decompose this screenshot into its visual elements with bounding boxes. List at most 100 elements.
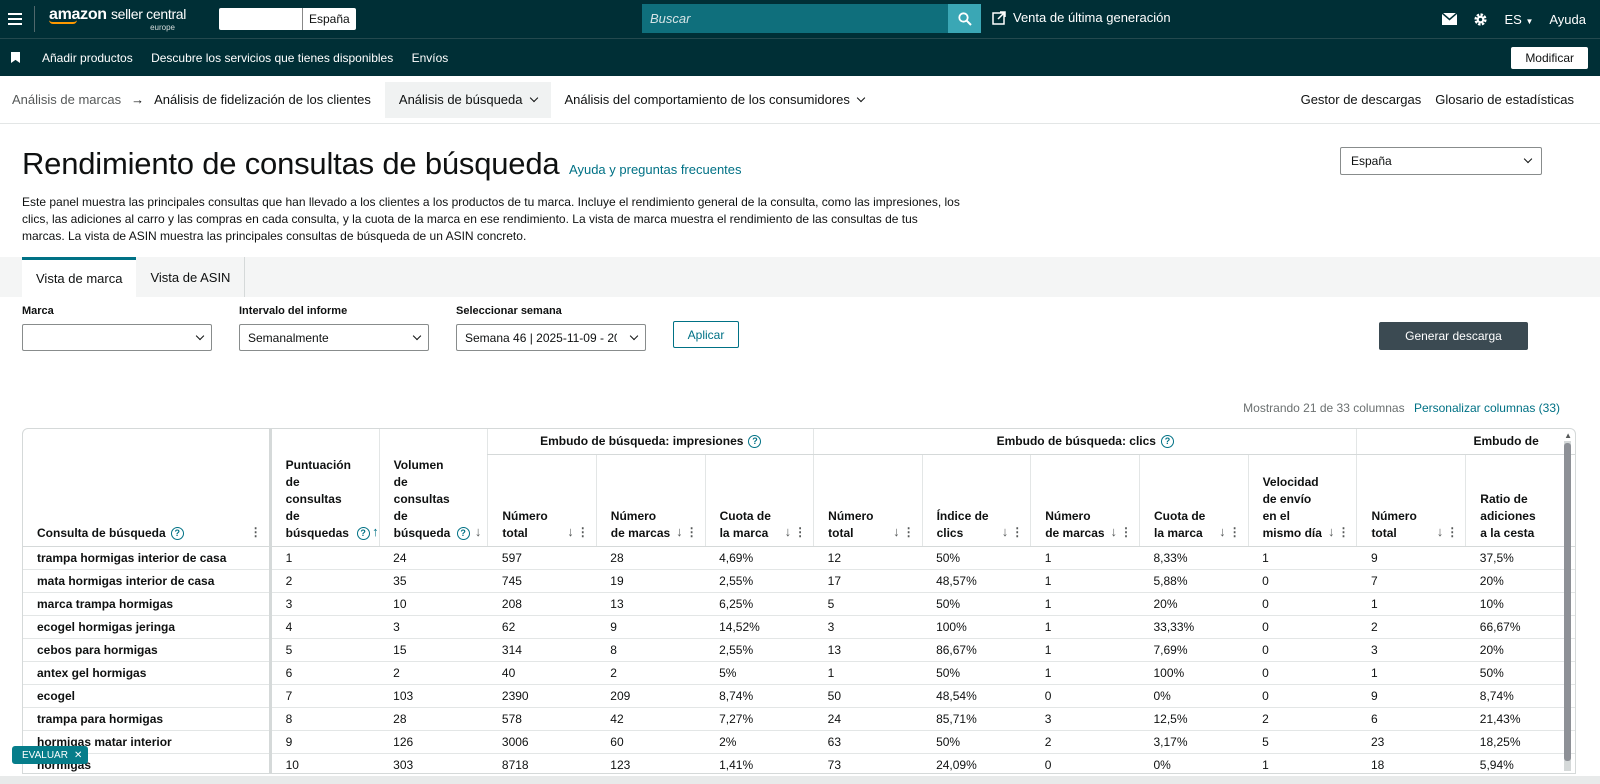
bookmark-icon[interactable]	[11, 52, 20, 63]
help-faq-link[interactable]: Ayuda y preguntas frecuentes	[569, 162, 742, 177]
generate-download-button[interactable]: Generar descarga	[1379, 322, 1528, 350]
help-icon[interactable]: ?	[1160, 435, 1174, 449]
header-clk-share[interactable]: Cuota de la marca ↓ ⋮	[1139, 454, 1249, 547]
value-cell: 21,43%	[1465, 707, 1575, 731]
page-title: Rendimiento de consultas de búsqueda	[22, 146, 560, 181]
query-cell[interactable]: trampa hormigas interior de casa	[23, 546, 272, 570]
value-cell: 15	[379, 638, 488, 662]
brand-select[interactable]	[22, 324, 212, 351]
column-menu-icon[interactable]: ⋮	[1446, 524, 1458, 541]
value-cell: 1	[1356, 661, 1466, 685]
help-icon[interactable]: ?	[170, 527, 184, 541]
modify-button[interactable]: Modificar	[1511, 47, 1588, 69]
search-input[interactable]	[642, 4, 948, 33]
week-select[interactable]: Semana 46 | 2025-11-09 - 2025-11-15	[456, 324, 646, 351]
mail-icon[interactable]	[1442, 13, 1458, 25]
search-icon	[957, 11, 972, 26]
sort-down-icon[interactable]: ↓	[1002, 523, 1009, 540]
value-cell: 24	[813, 707, 923, 731]
header-query[interactable]: Consulta de búsqueda? ⋮	[23, 429, 272, 547]
shortcut-add-products[interactable]: Añadir productos	[42, 51, 133, 65]
query-cell[interactable]: ecogel	[23, 684, 272, 708]
column-menu-icon[interactable]: ⋮	[1011, 524, 1023, 541]
metrics-glossary-link[interactable]: Glosario de estadísticas	[1435, 92, 1574, 107]
column-menu-icon[interactable]: ⋮	[686, 524, 698, 541]
header-clk-rate[interactable]: Índice de clics ↓ ⋮	[921, 454, 1031, 547]
tab-asin-view[interactable]: Vista de ASIN	[136, 257, 246, 297]
value-cell: 4,69%	[705, 546, 814, 570]
query-cell[interactable]: trampa para hormigas	[23, 707, 272, 731]
query-cell[interactable]: ecogel hormigas jeringa	[23, 615, 272, 639]
header-imp-brands[interactable]: Número de marcas ↓ ⋮	[595, 454, 706, 547]
help-icon[interactable]: ?	[356, 527, 370, 541]
next-gen-selling-link[interactable]: Venta de última generación	[992, 10, 1171, 25]
shortcut-discover-services[interactable]: Descubre los servicios que tienes dispon…	[151, 51, 393, 65]
value-cell: 13	[596, 592, 706, 616]
header-cart-total[interactable]: Número total ↓ ⋮	[1356, 454, 1466, 547]
breadcrumb-brand-analytics[interactable]: Análisis de marcas	[12, 92, 121, 107]
vertical-scrollbar[interactable]	[1564, 441, 1571, 771]
header-volume[interactable]: Volumen de consultas de búsqueda? ↓	[378, 429, 488, 547]
menu-icon[interactable]	[0, 0, 30, 38]
value-cell: 50%	[922, 730, 1031, 754]
language-selector[interactable]: ES ▼	[1504, 12, 1533, 27]
header-cart-rate[interactable]: Ratio de adiciones a la cesta	[1465, 454, 1575, 547]
header-clk-sameday[interactable]: Velocidad de envío en el mismo día ↓ ⋮	[1247, 454, 1357, 547]
column-menu-icon[interactable]: ⋮	[1229, 524, 1241, 541]
nav-search-analytics[interactable]: Análisis de búsqueda	[384, 81, 551, 118]
sort-down-icon[interactable]: ↓	[785, 523, 792, 540]
nav-customer-loyalty[interactable]: Análisis de fidelización de los clientes	[154, 82, 385, 118]
customize-columns-link[interactable]: Personalizar columnas (33)	[1414, 401, 1560, 415]
apply-button[interactable]: Aplicar	[673, 321, 739, 348]
interval-select[interactable]: Semanalmente	[239, 324, 429, 351]
close-icon[interactable]: ✕	[74, 750, 82, 761]
header-score[interactable]: Puntuación de consultas de búsquedas? ↑	[270, 429, 380, 547]
sort-down-icon[interactable]: ↓	[1437, 523, 1444, 540]
header-clk-total[interactable]: Número total ↓ ⋮	[813, 454, 923, 547]
sort-down-icon[interactable]: ↓	[1328, 523, 1335, 540]
country-select[interactable]: España	[1340, 147, 1542, 175]
chevron-down-icon	[1523, 154, 1533, 164]
help-icon[interactable]: ?	[456, 527, 470, 541]
search-button[interactable]	[948, 4, 981, 33]
value-cell: 8,33%	[1139, 546, 1249, 570]
divider	[34, 6, 35, 32]
sort-down-icon[interactable]: ↓	[475, 523, 482, 540]
scroll-up-icon[interactable]: ▲	[1564, 431, 1572, 440]
help-link[interactable]: Ayuda	[1549, 12, 1586, 27]
column-menu-icon[interactable]: ⋮	[1120, 524, 1132, 541]
header-clk-brands[interactable]: Número de marcas ↓ ⋮	[1030, 454, 1140, 547]
column-menu-icon[interactable]: ⋮	[1337, 524, 1349, 541]
header-imp-share[interactable]: Cuota de la marca ↓ ⋮	[704, 454, 814, 547]
sort-down-icon[interactable]: ↓	[1219, 523, 1226, 540]
tab-brand-view[interactable]: Vista de marca	[22, 257, 137, 297]
column-menu-icon[interactable]: ⋮	[250, 524, 262, 541]
sort-down-icon[interactable]: ↓	[567, 523, 574, 540]
shortcut-shipping[interactable]: Envíos	[412, 51, 449, 65]
column-menu-icon[interactable]: ⋮	[794, 524, 806, 541]
download-manager-link[interactable]: Gestor de descargas	[1301, 92, 1422, 107]
value-cell: 100%	[1139, 661, 1249, 685]
value-cell: 12	[813, 546, 923, 570]
column-menu-icon[interactable]: ⋮	[577, 524, 589, 541]
group-cart: Embudo de	[1356, 429, 1575, 455]
column-menu-icon[interactable]: ⋮	[903, 524, 915, 541]
nav-consumer-behavior[interactable]: Análisis del comportamiento de los consu…	[551, 82, 878, 118]
query-cell[interactable]: marca trampa hormigas	[23, 592, 272, 616]
help-icon[interactable]: ?	[748, 435, 762, 449]
evaluate-badge[interactable]: EVALUAR ✕	[12, 746, 89, 764]
sort-down-icon[interactable]: ↓	[1111, 523, 1118, 540]
page-description: Este panel muestra las principales consu…	[22, 195, 960, 243]
amazon-seller-central-logo[interactable]: amazon seller central europe	[49, 6, 209, 32]
gear-icon[interactable]	[1473, 12, 1488, 27]
header-imp-total[interactable]: Número total ↓ ⋮	[487, 454, 597, 547]
sort-up-icon[interactable]: ↑	[372, 523, 379, 540]
value-cell: 3,17%	[1139, 730, 1249, 754]
query-cell[interactable]: cebos para hormigas	[23, 638, 272, 662]
sort-down-icon[interactable]: ↓	[893, 523, 900, 540]
interval-filter: Intervalo del informe Semanalmente	[239, 305, 429, 351]
query-cell[interactable]: mata hormigas interior de casa	[23, 569, 272, 593]
marketplace-selector[interactable]: España	[219, 8, 356, 30]
query-cell[interactable]: antex gel hormigas	[23, 661, 272, 685]
sort-down-icon[interactable]: ↓	[676, 523, 683, 540]
